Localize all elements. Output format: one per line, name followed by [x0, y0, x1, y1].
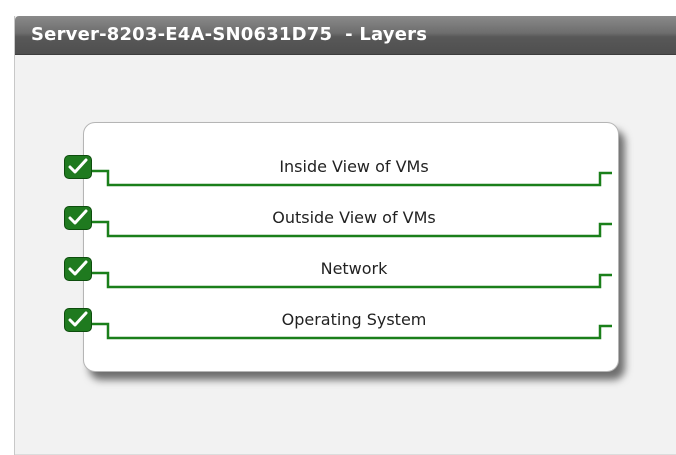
- layer-connector-line: [92, 271, 612, 289]
- layer-row-operating-system[interactable]: Operating System: [64, 308, 618, 348]
- layer-connector-line: [92, 220, 612, 238]
- checkmark-icon: [68, 311, 88, 327]
- window-titlebar[interactable]: Server-8203-E4A-SN0631D75 - Layers: [15, 16, 676, 55]
- layers-window: Server-8203-E4A-SN0631D75 - Layers Insid…: [14, 16, 676, 455]
- checkmark-icon: [68, 158, 88, 174]
- checkmark-icon: [68, 209, 88, 225]
- layer-row-network[interactable]: Network: [64, 257, 618, 297]
- layer-checkbox-network[interactable]: [64, 257, 92, 281]
- layers-panel: Inside View of VMs Outside View of VMs N…: [64, 122, 619, 372]
- layer-connector-line: [92, 169, 612, 187]
- window-title: Server-8203-E4A-SN0631D75 - Layers: [31, 24, 428, 45]
- layer-row-outside-view-of-vms[interactable]: Outside View of VMs: [64, 206, 618, 246]
- layer-row-inside-view-of-vms[interactable]: Inside View of VMs: [64, 155, 618, 195]
- layer-checkbox-outside-view-of-vms[interactable]: [64, 206, 92, 230]
- layer-checkbox-operating-system[interactable]: [64, 308, 92, 332]
- checkmark-icon: [68, 260, 88, 276]
- layer-connector-line: [92, 322, 612, 340]
- layer-checkbox-inside-view-of-vms[interactable]: [64, 155, 92, 179]
